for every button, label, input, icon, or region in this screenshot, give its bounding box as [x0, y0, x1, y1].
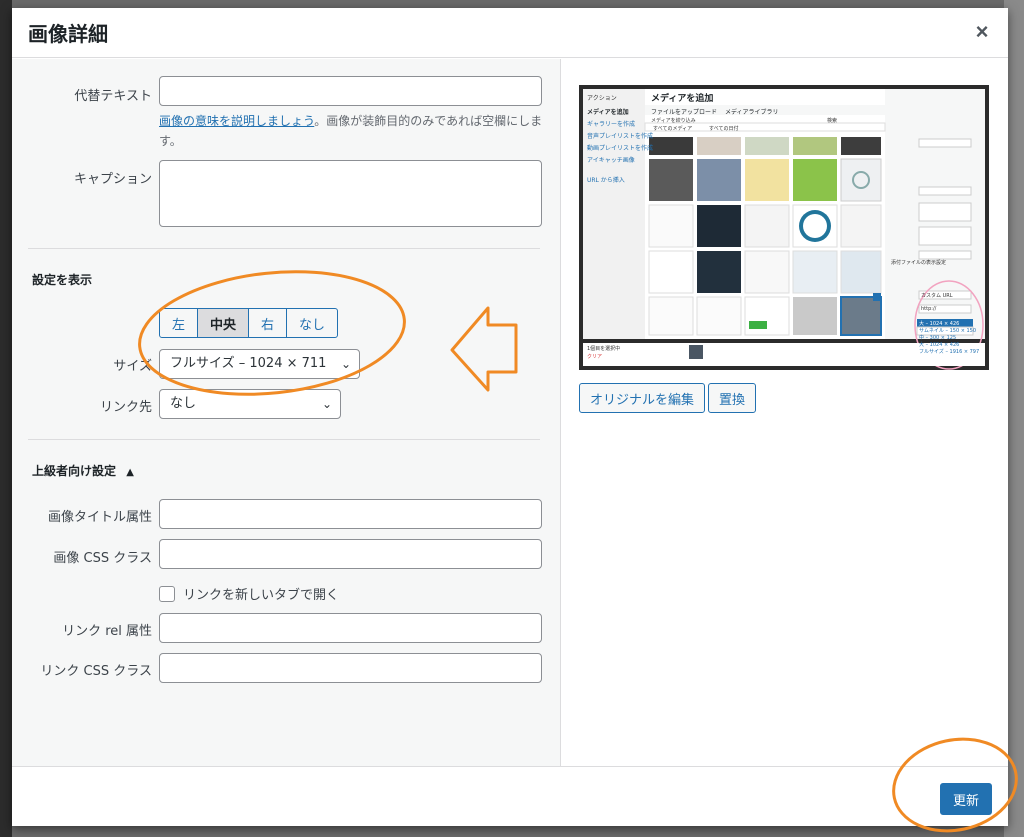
link-to-select[interactable]: なし ⌄ — [159, 389, 341, 419]
inner-attach-title: 添付ファイルの表示設定 — [891, 260, 947, 266]
inner-size-option: サムネイル – 150 × 150 — [919, 328, 977, 334]
inner-size-option: 大 – 1024 × 426 — [919, 342, 960, 348]
caret-up-icon: ▲ — [126, 467, 134, 478]
inner-sidebar-item: 音声プレイリストを作成 — [587, 133, 654, 140]
chevron-down-icon: ⌄ — [321, 397, 332, 411]
css-class-label: 画像 CSS クラス — [53, 551, 152, 566]
alt-text-input[interactable] — [159, 76, 542, 106]
align-none-button[interactable]: なし — [286, 308, 339, 338]
inner-sidebar-item: URL から挿入 — [587, 177, 625, 184]
size-select[interactable]: フルサイズ – 1024 × 711 ⌄ — [159, 349, 360, 379]
preview-pane: アクション メディアを追加 ギャラリーを作成 音声プレイリストを作成 動画プレイ… — [560, 59, 1008, 766]
inner-sidebar-item: アイキャッチ画像 — [587, 157, 635, 164]
alt-text-label: 代替テキスト — [74, 89, 152, 104]
close-icon[interactable]: × — [968, 18, 996, 46]
align-left-button[interactable]: 左 — [159, 308, 199, 338]
modal-footer: 更新 — [12, 766, 1008, 826]
size-select-value: フルサイズ – 1024 × 711 — [170, 356, 327, 371]
inner-link-value: カスタム URL — [921, 293, 953, 299]
inner-sidebar: メディアを追加 ギャラリーを作成 音声プレイリストを作成 動画プレイリストを作成… — [587, 107, 653, 187]
css-class-input[interactable] — [159, 539, 542, 569]
align-right-button[interactable]: 右 — [248, 308, 288, 338]
update-button[interactable]: 更新 — [940, 783, 992, 815]
link-to-select-value: なし — [170, 396, 197, 411]
image-details-modal: 画像詳細 × 代替テキスト 画像の意味を説明しましょう。画像が装飾目的のみであれ… — [12, 8, 1008, 826]
alt-help-link[interactable]: 画像の意味を説明しましょう — [159, 114, 314, 128]
inner-url-value: http:// — [921, 306, 937, 312]
inner-size-options: サムネイル – 150 × 150 中 – 300 × 125 大 – 1024… — [919, 328, 979, 356]
alt-text-help: 画像の意味を説明しましょう。画像が装飾目的のみであれば空欄にします。 — [159, 111, 549, 151]
inner-size-current: 大 – 1024 × 426 — [919, 321, 960, 327]
inner-sidebar-item: ギャラリーを作成 — [587, 121, 636, 128]
edit-original-button[interactable]: オリジナルを編集 — [579, 383, 706, 413]
inner-filter-label: メディアを絞り込み — [651, 118, 696, 124]
divider — [28, 439, 540, 440]
inner-tabs: ファイルをアップロード メディアライブラリ — [651, 107, 779, 116]
replace-button[interactable]: 置換 — [708, 383, 757, 413]
inner-tab: ファイルをアップロード — [651, 109, 718, 116]
size-label: サイズ — [113, 359, 152, 374]
inner-sidebar-title: アクション — [587, 95, 617, 102]
align-button-group: 左 中央 右 なし — [159, 308, 339, 338]
inner-selected-count: 1個目を選択中 — [587, 346, 621, 352]
inner-search-label: 検索 — [827, 118, 838, 124]
link-css-label: リンク CSS クラス — [40, 664, 152, 679]
divider — [28, 248, 540, 249]
link-css-input[interactable] — [159, 653, 542, 683]
inner-panel-title: メディアを追加 — [651, 94, 714, 104]
inner-size-option: 中 – 300 × 125 — [919, 335, 957, 341]
inner-filter-media: すべてのメディア — [653, 126, 693, 132]
title-attr-input[interactable] — [159, 499, 542, 529]
image-preview: アクション メディアを追加 ギャラリーを作成 音声プレイリストを作成 動画プレイ… — [579, 85, 989, 370]
title-attr-label: 画像タイトル属性 — [47, 510, 152, 525]
advanced-settings-toggle[interactable]: 上級者向け設定 ▲ — [32, 462, 134, 479]
align-center-button[interactable]: 中央 — [197, 308, 250, 338]
rel-attr-label: リンク rel 属性 — [62, 624, 152, 639]
modal-header: 画像詳細 × — [12, 8, 1008, 58]
new-tab-checkbox[interactable] — [159, 586, 175, 602]
inner-sidebar-item: 動画プレイリストを作成 — [587, 145, 654, 152]
caption-label: キャプション — [73, 172, 152, 187]
rel-attr-input[interactable] — [159, 613, 542, 643]
inner-size-option: フルサイズ – 1916 × 797 — [919, 349, 980, 355]
admin-sidebar-edge — [0, 0, 12, 837]
inner-clear-label: クリア — [587, 354, 603, 360]
chevron-down-icon: ⌄ — [340, 357, 351, 371]
display-settings-title: 設定を表示 — [32, 273, 93, 287]
inner-filter-date: すべての日付 — [709, 126, 739, 132]
settings-pane: 代替テキスト 画像の意味を説明しましょう。画像が装飾目的のみであれば空欄にします… — [12, 59, 560, 766]
modal-title: 画像詳細 — [28, 22, 108, 46]
inner-tab: メディアライブラリ — [724, 109, 779, 116]
advanced-settings-title: 上級者向け設定 — [32, 464, 117, 478]
new-tab-label: リンクを新しいタブで開く — [183, 588, 340, 603]
link-to-label: リンク先 — [99, 400, 152, 415]
caption-textarea[interactable] — [159, 160, 542, 227]
inner-sidebar-item: メディアを追加 — [587, 109, 629, 116]
